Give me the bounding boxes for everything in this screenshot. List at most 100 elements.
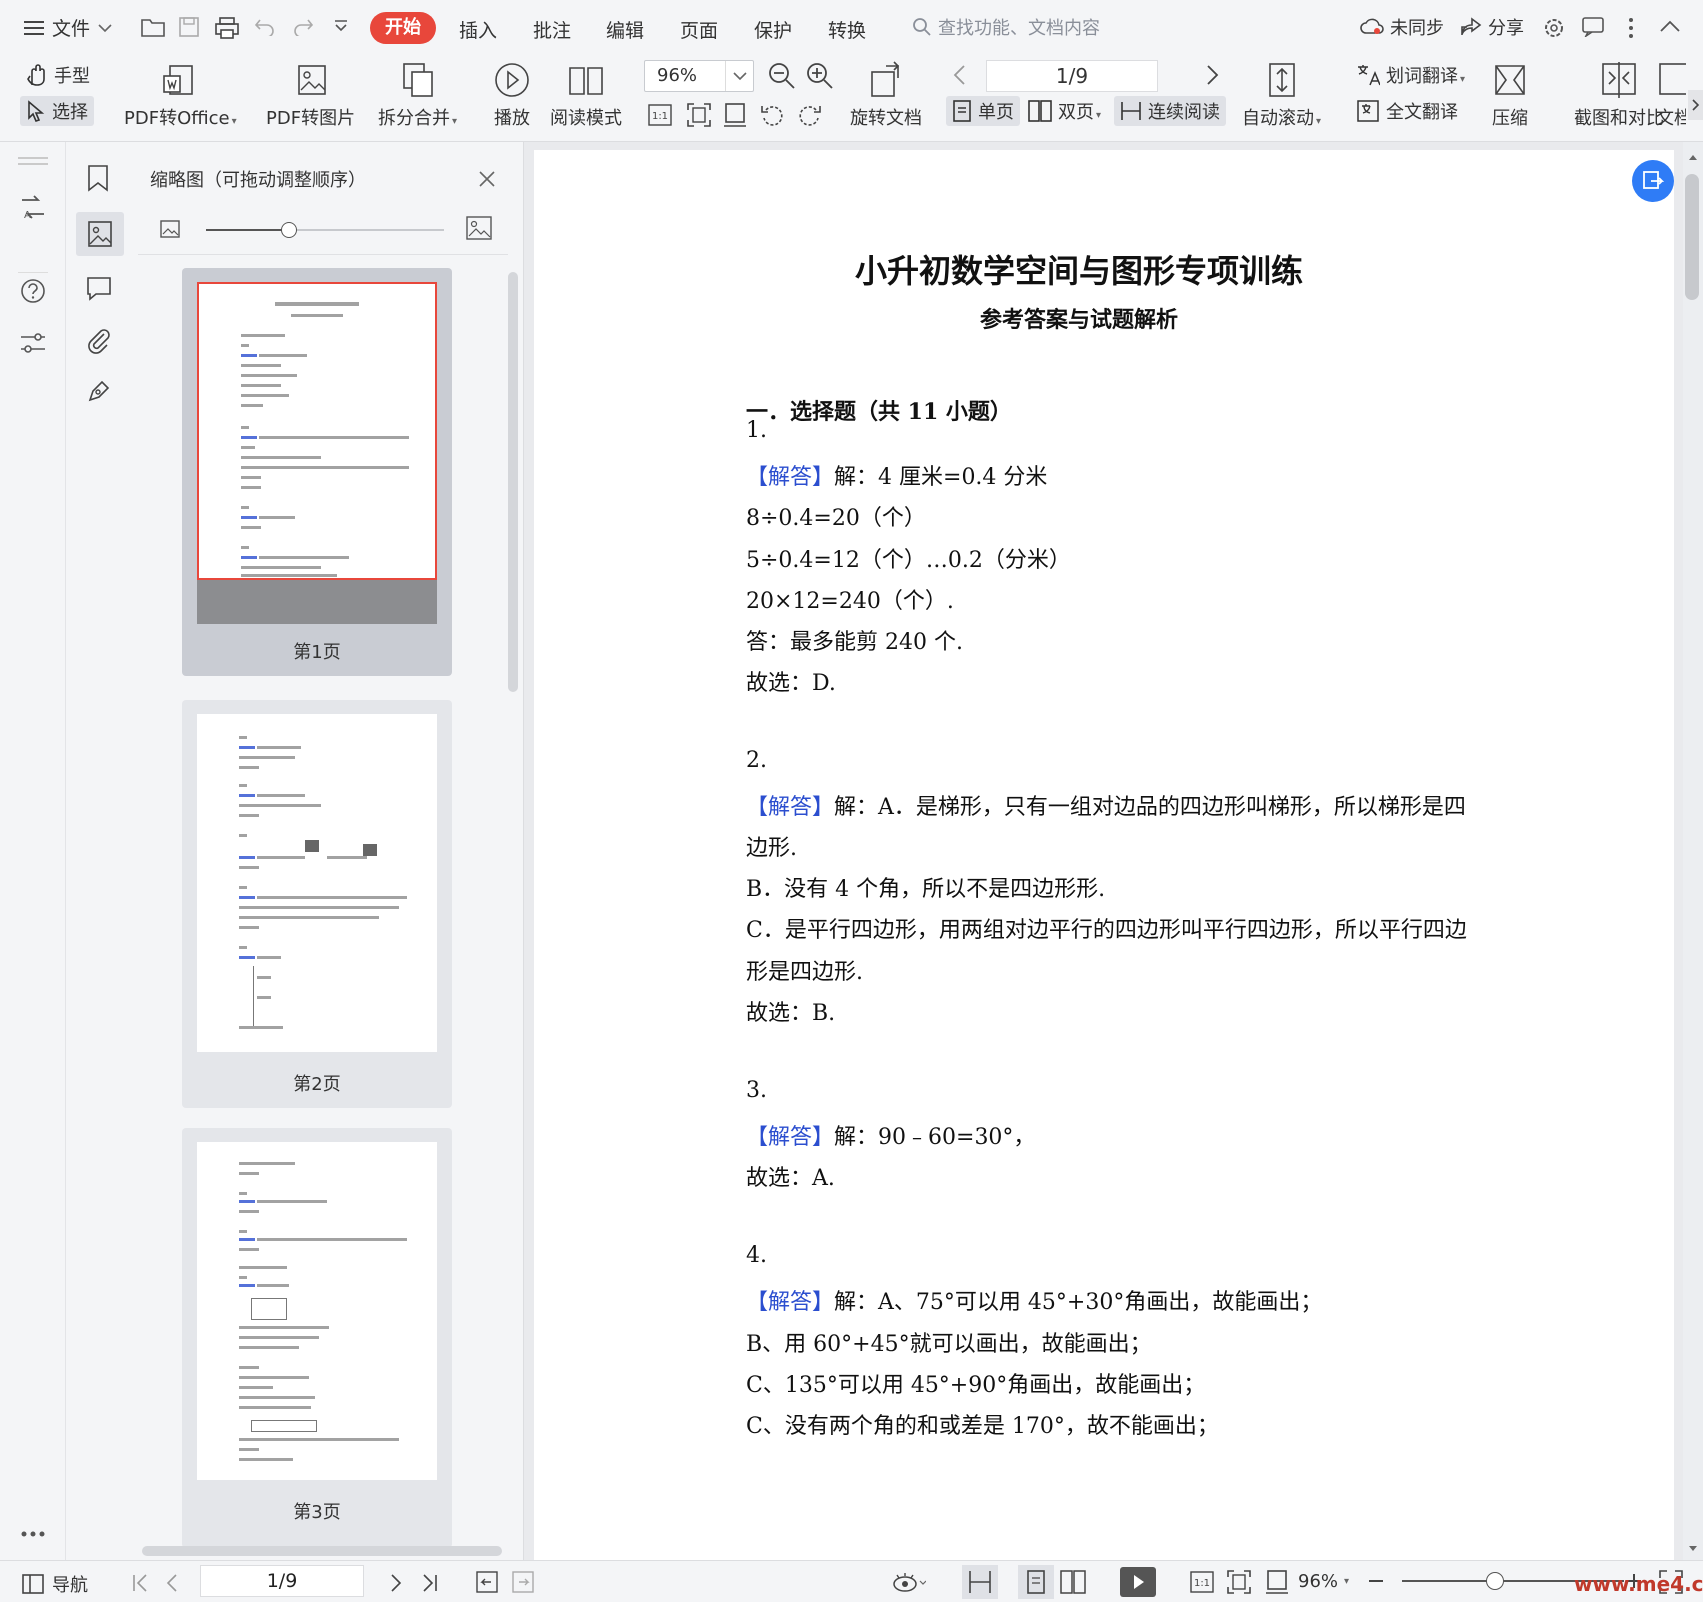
- small-thumbnail-icon[interactable]: [160, 220, 180, 238]
- previous-page-icon[interactable]: [952, 64, 966, 86]
- document-icon: [1659, 63, 1686, 95]
- line-text: C、没有两个角的和或差是 170°，故不能画出；: [746, 1414, 1219, 1439]
- compress-button[interactable]: 压缩: [1490, 60, 1530, 130]
- continuous-read-button[interactable]: 连续阅读: [1114, 96, 1226, 126]
- save-icon[interactable]: [178, 16, 200, 38]
- bookmark-icon[interactable]: [86, 164, 110, 192]
- rotate-left-icon[interactable]: [760, 102, 786, 128]
- collapse-ribbon-icon[interactable]: [1660, 20, 1680, 32]
- sync-button[interactable]: 未同步: [1360, 14, 1444, 40]
- play-slideshow-button[interactable]: [1120, 1567, 1156, 1597]
- sliders-settings-icon[interactable]: [18, 328, 48, 358]
- eye-protect-icon[interactable]: [892, 1571, 926, 1593]
- zoom-slider-knob[interactable]: [1486, 1572, 1505, 1590]
- page-number-input[interactable]: 1/9: [986, 60, 1158, 92]
- tab-edit[interactable]: 编辑: [606, 16, 644, 43]
- single-page-button[interactable]: 单页: [946, 96, 1020, 126]
- thumbnail-page-3[interactable]: 第3页: [182, 1128, 452, 1548]
- large-thumbnail-icon[interactable]: [466, 216, 492, 240]
- tab-page[interactable]: 页面: [680, 16, 718, 43]
- floating-convert-button[interactable]: [1632, 160, 1674, 202]
- zoom-out-icon[interactable]: [768, 62, 796, 90]
- next-page-icon[interactable]: [390, 1573, 402, 1593]
- zoom-in-icon[interactable]: [806, 62, 834, 90]
- last-page-icon[interactable]: [422, 1573, 438, 1593]
- thumbnail-scrollbar[interactable]: [508, 272, 518, 692]
- navigation-label: 导航: [52, 1575, 88, 1596]
- read-mode-button[interactable]: 阅读模式: [550, 60, 622, 130]
- screenshot-compare-button[interactable]: 截图和对比: [1574, 60, 1664, 130]
- first-page-icon[interactable]: [132, 1573, 148, 1593]
- play-button[interactable]: 播放: [492, 60, 532, 130]
- help-icon[interactable]: [18, 276, 48, 306]
- document-scrollbar[interactable]: [1683, 142, 1703, 1560]
- status-zoom-select[interactable]: 96% ▾: [1298, 1571, 1349, 1592]
- thumbnail-image-icon: [88, 221, 112, 247]
- document-scrollbar-thumb[interactable]: [1685, 174, 1699, 300]
- forward-view-icon[interactable]: [512, 1571, 534, 1593]
- zoom-out-button[interactable]: [1366, 1571, 1386, 1591]
- single-page-mode-button[interactable]: [1018, 1565, 1054, 1599]
- more-horizontal-icon[interactable]: [20, 1530, 46, 1538]
- close-icon[interactable]: [478, 170, 496, 188]
- signature-pen-icon[interactable]: [86, 378, 112, 404]
- print-icon[interactable]: [214, 16, 240, 40]
- status-page-input[interactable]: 1/9: [200, 1565, 364, 1597]
- pdf-to-image-button[interactable]: PDF转图片: [266, 60, 355, 130]
- quick-access-dropdown-icon[interactable]: [334, 20, 348, 32]
- comment-icon[interactable]: [86, 276, 112, 302]
- pdf-to-office-button[interactable]: PDF转Office ▾: [124, 60, 237, 130]
- thumbnail-panel-tab[interactable]: [76, 212, 124, 256]
- open-book-icon: [569, 67, 603, 95]
- zoom-select[interactable]: 96%: [644, 60, 754, 92]
- status-fit-width-icon[interactable]: [1264, 1569, 1290, 1595]
- ribbon-scroll-right-icon[interactable]: [1688, 90, 1703, 120]
- thumbnail-page-1[interactable]: 第1页: [182, 268, 452, 676]
- convert-swap-icon[interactable]: A: [18, 192, 48, 222]
- more-vertical-icon[interactable]: [1628, 17, 1634, 39]
- fit-width-icon[interactable]: [722, 102, 748, 128]
- open-folder-icon[interactable]: [140, 16, 166, 38]
- previous-page-icon[interactable]: [166, 1573, 178, 1593]
- status-fit-page-icon[interactable]: [1226, 1569, 1252, 1595]
- document-viewport[interactable]: 小升初数学空间与图形专项训练 参考答案与试题解析 一．选择题（共 11 小题） …: [524, 142, 1703, 1570]
- settings-gear-icon[interactable]: [1542, 16, 1566, 40]
- double-page-button[interactable]: 双页 ▾: [1022, 96, 1107, 126]
- attachment-icon[interactable]: [86, 328, 112, 354]
- actual-size-button[interactable]: 1:1: [648, 104, 672, 126]
- file-menu[interactable]: 文件: [24, 14, 112, 41]
- tab-convert[interactable]: 转换: [828, 16, 866, 43]
- double-page-mode-button[interactable]: [1060, 1569, 1086, 1595]
- feedback-icon[interactable]: [1582, 17, 1604, 37]
- back-view-icon[interactable]: [476, 1571, 498, 1593]
- select-tool-label: 选择: [52, 102, 88, 123]
- next-page-icon[interactable]: [1206, 64, 1220, 86]
- tab-protect[interactable]: 保护: [754, 16, 792, 43]
- tab-insert[interactable]: 插入: [459, 16, 497, 43]
- select-tool-button[interactable]: 选择: [20, 96, 94, 126]
- thumbnail-size-slider[interactable]: [206, 222, 444, 238]
- tab-start[interactable]: 开始: [370, 12, 436, 44]
- undo-icon[interactable]: [254, 16, 276, 36]
- share-button[interactable]: 分享: [1460, 14, 1524, 40]
- word-translate-button[interactable]: 划词翻译 ▾: [1350, 60, 1471, 90]
- document-line: 1.: [746, 418, 767, 443]
- redo-icon[interactable]: [292, 16, 314, 36]
- status-actual-size-button[interactable]: 1:1: [1190, 1571, 1214, 1593]
- full-translate-button[interactable]: 全文翻译: [1350, 96, 1464, 126]
- drag-handle-icon[interactable]: [18, 156, 48, 166]
- slider-knob[interactable]: [281, 222, 298, 238]
- thumbnail-hscrollbar[interactable]: [142, 1546, 502, 1556]
- search-box[interactable]: 查找功能、文档内容: [912, 14, 1100, 40]
- split-merge-button[interactable]: 拆分合并 ▾: [378, 60, 457, 130]
- auto-scroll-button[interactable]: 自动滚动 ▾: [1242, 60, 1321, 130]
- navigation-toggle[interactable]: 导航: [22, 1571, 88, 1597]
- rotate-right-icon[interactable]: [796, 102, 822, 128]
- doc-tool-button[interactable]: 文档: [1656, 60, 1686, 130]
- continuous-mode-button[interactable]: [962, 1565, 998, 1599]
- fit-page-icon[interactable]: [686, 102, 712, 128]
- rotate-document-button[interactable]: 旋转文档: [850, 60, 922, 130]
- tab-annotate[interactable]: 批注: [533, 16, 571, 43]
- hand-tool-button[interactable]: 手型: [20, 60, 96, 90]
- thumbnail-page-2[interactable]: 第2页: [182, 700, 452, 1108]
